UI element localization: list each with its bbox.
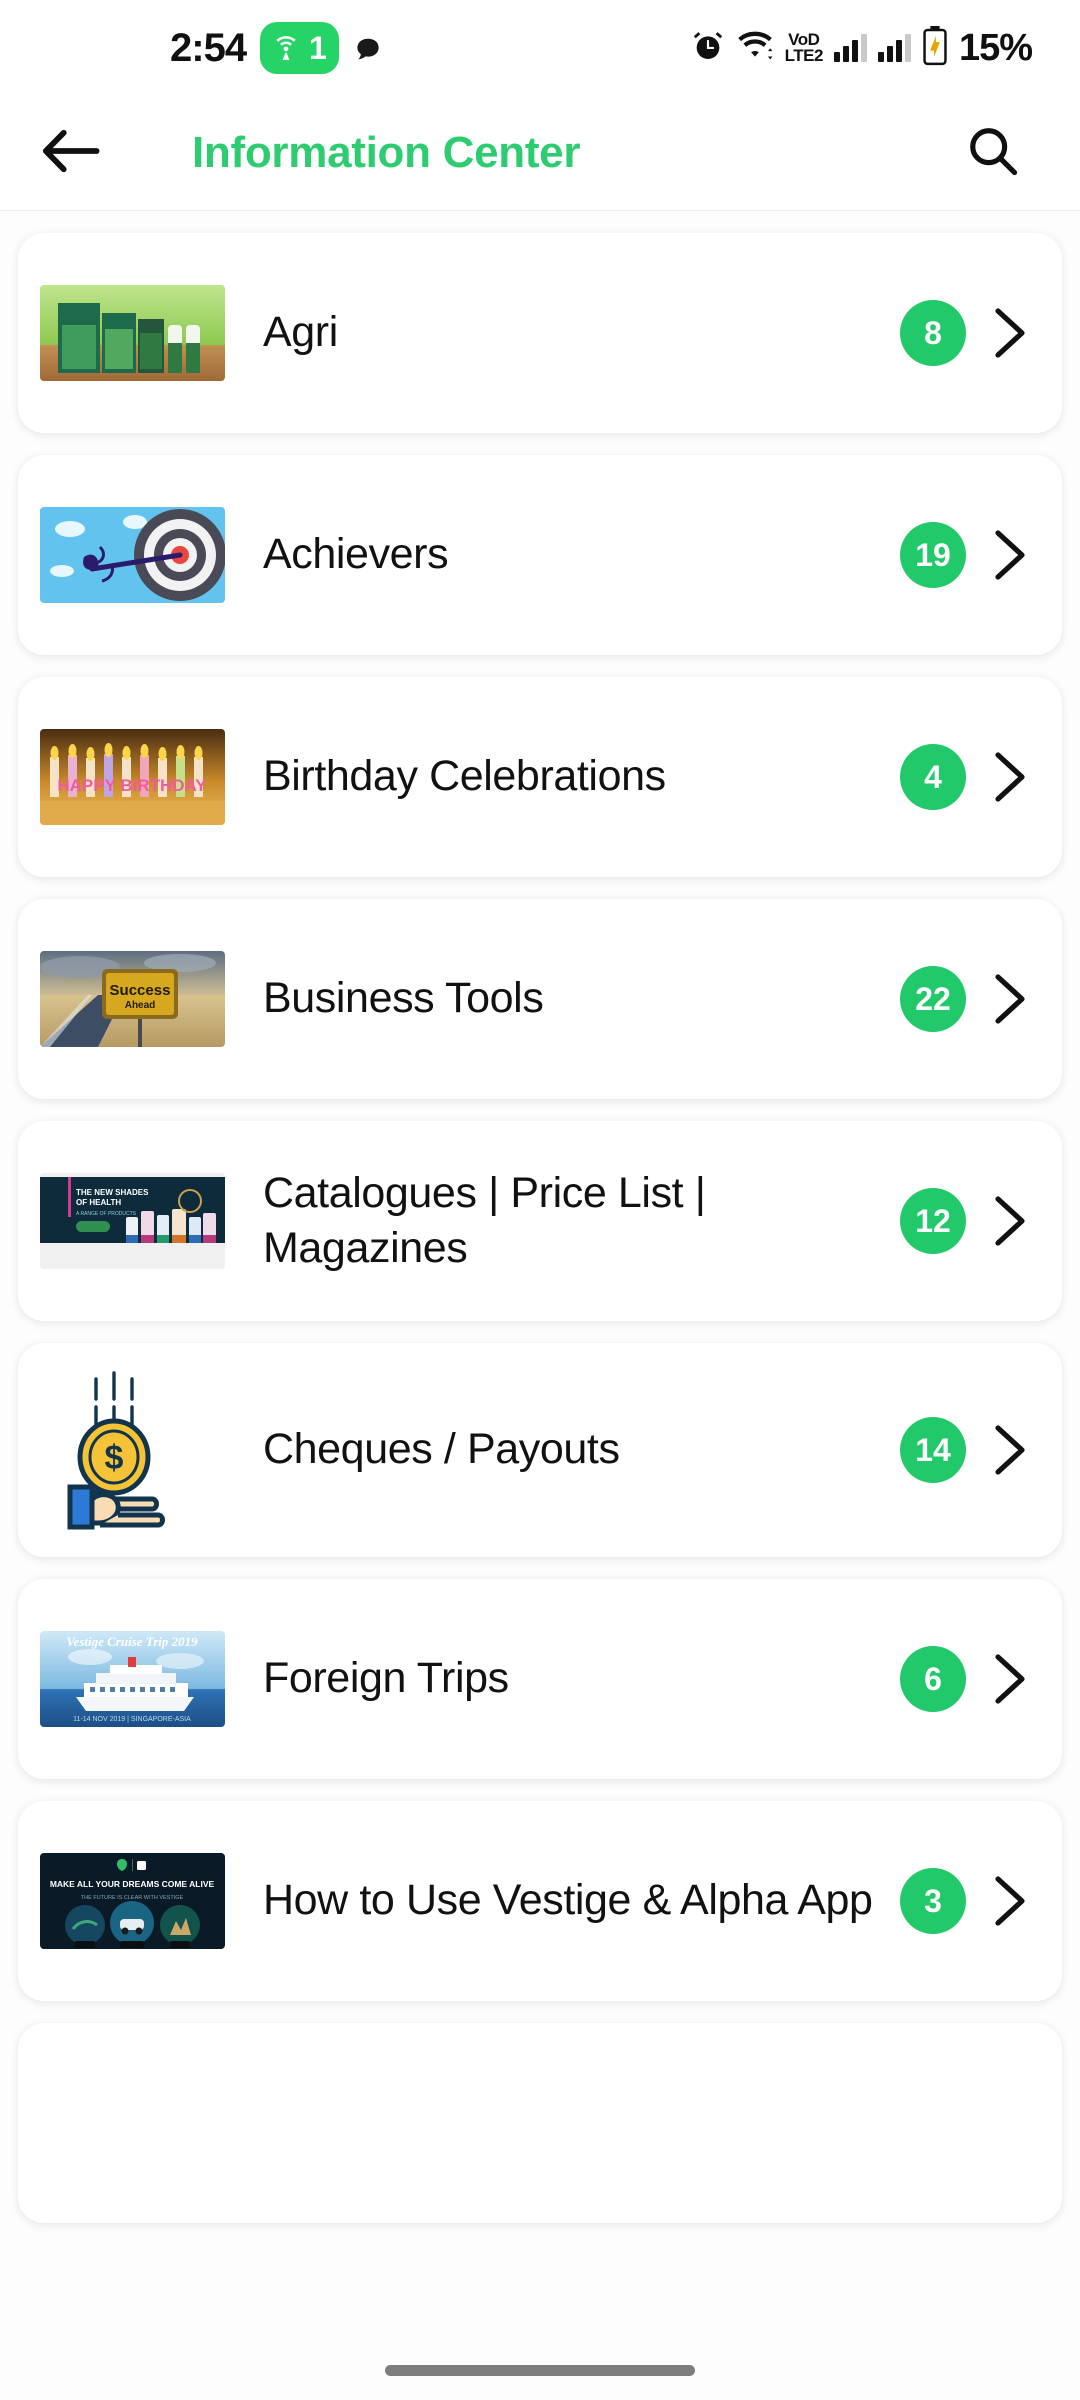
- battery-charging-icon: [922, 25, 948, 71]
- chevron-right-icon[interactable]: [984, 746, 1036, 808]
- list-item-label: Foreign Trips: [263, 1654, 509, 1703]
- agri-products-thumbnail: [40, 285, 225, 381]
- search-icon: [965, 123, 1021, 184]
- list-item[interactable]: THE NEW SHADES OF HEALTH A RANGE OF PROD…: [18, 1121, 1062, 1321]
- home-gesture-handle[interactable]: [385, 2364, 695, 2376]
- svg-text:A RANGE OF PRODUCTS: A RANGE OF PRODUCTS: [76, 1211, 137, 1217]
- svg-text:MAKE ALL YOUR DREAMS COME ALIV: MAKE ALL YOUR DREAMS COME ALIVE: [50, 1879, 215, 1889]
- list-item[interactable]: Vestige Cruise Trip 2019 11-14 NOV 2019 …: [18, 1579, 1062, 1779]
- list-item-count-badge: 14: [900, 1417, 966, 1483]
- network-type-icon: VoD LTE2: [784, 32, 824, 65]
- wifi-icon: [736, 29, 774, 68]
- list-item-label: Birthday Celebrations: [263, 752, 666, 801]
- svg-text:11-14 NOV 2019 | SINGAPORE-ASI: 11-14 NOV 2019 | SINGAPORE-ASIA: [73, 1716, 191, 1723]
- dreams-come-alive-banner-thumbnail: MAKE ALL YOUR DREAMS COME ALIVE THE FUTU…: [40, 1853, 225, 1949]
- page-title: Information Center: [192, 128, 581, 177]
- list-item-count-badge: 8: [900, 300, 966, 366]
- list-item-label: Catalogues | Price List | Magazines: [263, 1168, 706, 1272]
- hand-catching-coin-thumbnail: $: [40, 1365, 225, 1535]
- list-item-label: Achievers: [263, 530, 449, 579]
- svg-text:Success: Success: [110, 982, 171, 999]
- svg-text:THE NEW SHADES: THE NEW SHADES: [76, 1188, 149, 1197]
- signal-bars-icon-secondary: [877, 34, 911, 62]
- list-item[interactable]: HAPPY BIRTHDAY Birthday Celebrations 4: [18, 677, 1062, 877]
- back-arrow-icon: [40, 126, 102, 181]
- app-bar: Information Center: [0, 96, 1080, 211]
- list-item-count-badge: 4: [900, 744, 966, 810]
- hotspot-icon: [269, 31, 303, 65]
- chevron-right-icon[interactable]: [984, 1419, 1036, 1481]
- list-item-label: Business Tools: [263, 974, 544, 1023]
- hotspot-indicator: 1: [260, 22, 339, 74]
- svg-text:HAPPY BIRTHDAY: HAPPY BIRTHDAY: [57, 776, 207, 795]
- dartboard-target-thumbnail: [40, 507, 225, 603]
- list-item-partial[interactable]: [18, 2023, 1062, 2223]
- phone-screen: 2:54 1 VoD LTE2 15% Information Center A…: [0, 0, 1080, 2400]
- list-item[interactable]: Success Ahead Business Tools 22: [18, 899, 1062, 1099]
- svg-text:OF HEALTH: OF HEALTH: [76, 1198, 121, 1207]
- list-item-count-badge: 6: [900, 1646, 966, 1712]
- cruise-ship-thumbnail: Vestige Cruise Trip 2019 11-14 NOV 2019 …: [40, 1631, 225, 1727]
- list-item[interactable]: MAKE ALL YOUR DREAMS COME ALIVE THE FUTU…: [18, 1801, 1062, 2001]
- network-type-line2: LTE2: [784, 46, 824, 65]
- list-item-label: How to Use Vestige & Alpha App: [263, 1876, 873, 1925]
- status-bar-right: VoD LTE2 15%: [691, 25, 1033, 71]
- chevron-right-icon[interactable]: [984, 302, 1036, 364]
- product-catalogue-banner-thumbnail: THE NEW SHADES OF HEALTH A RANGE OF PROD…: [40, 1173, 225, 1269]
- list-item[interactable]: $ Cheques / Payouts 14: [18, 1343, 1062, 1557]
- list-item-count-badge: 19: [900, 522, 966, 588]
- svg-text:$: $: [105, 1439, 124, 1477]
- list-item-count-badge: 3: [900, 1868, 966, 1934]
- gesture-navigation-bar[interactable]: [0, 2340, 1080, 2400]
- chevron-right-icon[interactable]: [984, 524, 1036, 586]
- birthday-candles-thumbnail: HAPPY BIRTHDAY: [40, 729, 225, 825]
- back-button[interactable]: [38, 120, 104, 186]
- chevron-right-icon[interactable]: [984, 1190, 1036, 1252]
- signal-bars-icon: [833, 34, 867, 62]
- list-item-count-badge: 12: [900, 1188, 966, 1254]
- chevron-right-icon[interactable]: [984, 968, 1036, 1030]
- search-button[interactable]: [960, 120, 1026, 186]
- list-item-label: Agri: [263, 308, 338, 357]
- list-item[interactable]: Achievers 19: [18, 455, 1062, 655]
- chevron-right-icon[interactable]: [984, 1870, 1036, 1932]
- status-time: 2:54: [170, 25, 247, 70]
- status-bar: 2:54 1 VoD LTE2 15%: [0, 0, 1080, 96]
- svg-text:Ahead: Ahead: [125, 1000, 156, 1011]
- success-ahead-road-sign-thumbnail: Success Ahead: [40, 951, 225, 1047]
- list-item[interactable]: Agri 8: [18, 233, 1062, 433]
- svg-text:Vestige Cruise Trip 2019: Vestige Cruise Trip 2019: [66, 1634, 198, 1649]
- list-item-count-badge: 22: [900, 966, 966, 1032]
- hotspot-count: 1: [309, 30, 327, 66]
- list-item-label: Cheques / Payouts: [263, 1425, 620, 1474]
- svg-text:THE FUTURE IS CLEAR WITH VESTI: THE FUTURE IS CLEAR WITH VESTIGE: [81, 1895, 184, 1901]
- alarm-clock-icon: [691, 29, 725, 68]
- chat-bubble-icon: [353, 35, 379, 61]
- battery-percentage: 15%: [958, 26, 1033, 69]
- status-bar-left: 2:54 1: [170, 22, 379, 74]
- chevron-right-icon[interactable]: [984, 1648, 1036, 1710]
- information-center-list[interactable]: Agri 8 Achievers 19 HAPPY BIRTHDAY Birth…: [0, 211, 1080, 2400]
